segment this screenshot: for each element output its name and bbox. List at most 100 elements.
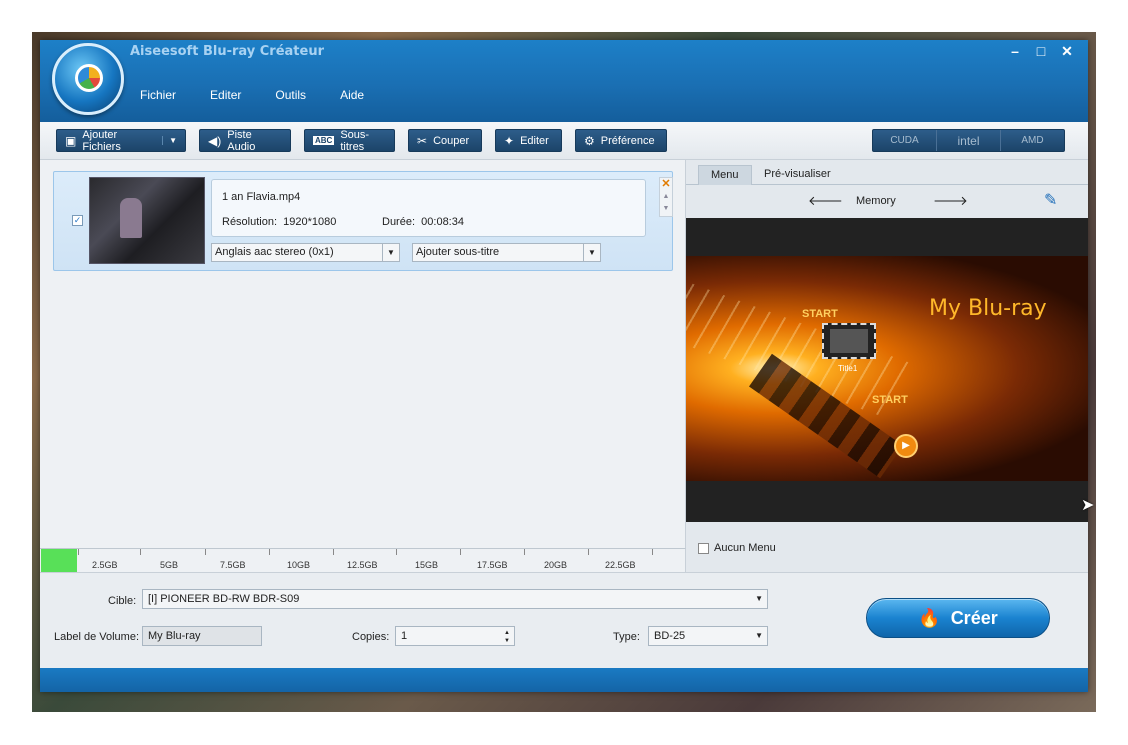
cut-button[interactable]: ✂ Couper xyxy=(408,129,482,152)
capacity-tick-mark xyxy=(460,549,461,555)
remove-icon[interactable]: ✕ xyxy=(660,178,672,191)
chevron-down-icon: ▼ xyxy=(755,594,763,603)
app-title: Aiseesoft Blu-ray Créateur xyxy=(130,44,324,59)
template-navigation: 🡐 Memory 🡒 ✎ xyxy=(686,185,1088,217)
capacity-tick-mark xyxy=(652,549,653,555)
capacity-tick: 22.5GB xyxy=(605,560,636,570)
create-button[interactable]: 🔥 Créer xyxy=(866,598,1050,638)
edit-label: Editer xyxy=(520,134,549,147)
minimize-button[interactable]: – xyxy=(1004,42,1026,60)
capacity-tick-mark xyxy=(78,549,79,555)
resolution-info: Résolution: 1920*1080 xyxy=(222,216,336,228)
target-select[interactable]: [I] PIONEER BD-RW BDR-S09 ▼ xyxy=(142,589,768,609)
preference-label: Préférence xyxy=(600,134,655,147)
type-select[interactable]: BD-25 ▼ xyxy=(648,626,768,646)
capacity-tick: 15GB xyxy=(415,560,439,570)
target-value: [I] PIONEER BD-RW BDR-S09 xyxy=(148,593,300,605)
capacity-tick: 7.5GB xyxy=(220,560,246,570)
file-list-item[interactable]: ✓ 1 an Flavia.mp4 Résolution: 1920*1080 … xyxy=(53,171,673,271)
preview-tabs: Menu Pré-visualiser xyxy=(686,160,1088,185)
file-checkbox[interactable]: ✓ xyxy=(72,215,83,226)
status-bar xyxy=(40,668,1088,692)
no-menu-checkbox[interactable] xyxy=(698,542,709,554)
preview-panel: Menu Pré-visualiser 🡐 Memory 🡒 ✎ START T… xyxy=(686,160,1088,572)
maximize-button[interactable]: □ xyxy=(1030,42,1052,60)
preference-button[interactable]: ⚙ Préférence xyxy=(575,129,667,152)
menu-template-preview[interactable]: START Title1 My Blu-ray START ▶ xyxy=(686,256,1088,481)
audio-track-value: Anglais aac stereo (0x1) xyxy=(215,246,334,258)
cuda-indicator[interactable]: CUDA xyxy=(873,130,937,151)
chevron-down-icon: ▼ xyxy=(755,631,763,640)
capacity-tick-mark xyxy=(205,549,206,555)
copies-label: Copies: xyxy=(352,631,390,643)
chevron-down-icon[interactable]: ▼ xyxy=(162,136,177,145)
target-label: Cible: xyxy=(108,595,137,607)
audio-track-button[interactable]: ◀) Piste Audio xyxy=(199,129,291,153)
subtitle-select[interactable]: Ajouter sous-titre ▼ xyxy=(412,243,601,262)
title-bar: Aiseesoft Blu-ray Créateur – □ ✕ Fichier… xyxy=(40,40,1088,122)
capacity-fill xyxy=(41,549,77,573)
capacity-tick: 17.5GB xyxy=(477,560,508,570)
gpu-acceleration-group: CUDA intel AMD xyxy=(872,129,1065,152)
cut-label: Couper xyxy=(433,134,470,147)
menu-aide[interactable]: Aide xyxy=(340,88,364,102)
chevron-down-icon: ▼ xyxy=(382,244,399,261)
scissors-icon: ✂ xyxy=(417,133,428,148)
toolbar: ▣ Ajouter Fichiers ▼ ◀) Piste Audio ABC … xyxy=(40,122,1088,160)
stepper-arrows-icon[interactable]: ▲ ▼ xyxy=(504,629,510,645)
video-thumbnail xyxy=(89,177,205,264)
menu-fichier[interactable]: Fichier xyxy=(140,88,176,102)
tab-preview[interactable]: Pré-visualiser xyxy=(752,165,843,185)
no-menu-option[interactable]: Aucun Menu xyxy=(698,542,776,554)
burn-flame-icon: 🔥 xyxy=(918,607,941,628)
file-name: 1 an Flavia.mp4 xyxy=(222,191,301,203)
app-logo xyxy=(52,43,124,115)
capacity-tick: 10GB xyxy=(287,560,311,570)
capacity-tick: 2.5GB xyxy=(92,560,118,570)
duration-info: Durée: 00:08:34 xyxy=(382,216,464,228)
capacity-tick-mark xyxy=(333,549,334,555)
capacity-tick-mark xyxy=(524,549,525,555)
intel-indicator[interactable]: intel xyxy=(937,130,1001,151)
title-thumbnail[interactable] xyxy=(822,323,876,359)
edit-menu-icon[interactable]: ✎ xyxy=(1044,190,1062,210)
volume-value: My Blu-ray xyxy=(148,630,201,642)
volume-label: Label de Volume: xyxy=(54,631,140,643)
subtitles-button[interactable]: ABC Sous-titres xyxy=(304,129,395,153)
duration-value: 00:08:34 xyxy=(421,216,464,228)
item-controls: ✕ ▲ ▼ xyxy=(659,177,673,217)
play-icon[interactable]: ▶ xyxy=(894,434,918,458)
file-list-panel: ✓ 1 an Flavia.mp4 Résolution: 1920*1080 … xyxy=(40,160,686,548)
subtitle-value: Ajouter sous-titre xyxy=(416,246,500,258)
add-files-button[interactable]: ▣ Ajouter Fichiers ▼ xyxy=(56,128,186,153)
capacity-tick: 20GB xyxy=(544,560,568,570)
arrow-left-icon[interactable]: 🡐 xyxy=(808,193,843,209)
capacity-tick-mark xyxy=(396,549,397,555)
audio-track-select[interactable]: Anglais aac stereo (0x1) ▼ xyxy=(211,243,400,262)
no-menu-label: Aucun Menu xyxy=(714,542,776,554)
resolution-label: Résolution: xyxy=(222,216,278,228)
capacity-tick-mark xyxy=(140,549,141,555)
type-label: Type: xyxy=(613,631,640,643)
title-label: Title1 xyxy=(838,364,858,373)
speaker-icon: ◀) xyxy=(208,133,222,148)
arrow-right-icon[interactable]: 🡒 xyxy=(933,193,968,209)
sparkle-icon: ✦ xyxy=(504,133,515,148)
copies-stepper[interactable]: 1 ▲ ▼ xyxy=(395,626,515,646)
file-info-box: 1 an Flavia.mp4 Résolution: 1920*1080 Du… xyxy=(211,179,646,237)
tab-menu[interactable]: Menu xyxy=(698,165,752,185)
type-value: BD-25 xyxy=(654,630,686,642)
edit-button[interactable]: ✦ Editer xyxy=(495,129,562,152)
menu-editer[interactable]: Editer xyxy=(210,88,241,102)
chevron-down-icon: ▼ xyxy=(583,244,600,261)
add-files-label: Ajouter Fichiers xyxy=(82,128,121,153)
volume-input[interactable]: My Blu-ray xyxy=(142,626,262,646)
menu-preview-area: START Title1 My Blu-ray START ▶ xyxy=(686,218,1088,522)
move-down-icon[interactable]: ▼ xyxy=(660,203,672,215)
amd-indicator[interactable]: AMD xyxy=(1001,130,1064,151)
capacity-tick: 12.5GB xyxy=(347,560,378,570)
menu-outils[interactable]: Outils xyxy=(275,88,306,102)
close-button[interactable]: ✕ xyxy=(1056,42,1078,60)
gear-icon: ⚙ xyxy=(584,133,595,148)
move-up-icon[interactable]: ▲ xyxy=(660,191,672,203)
